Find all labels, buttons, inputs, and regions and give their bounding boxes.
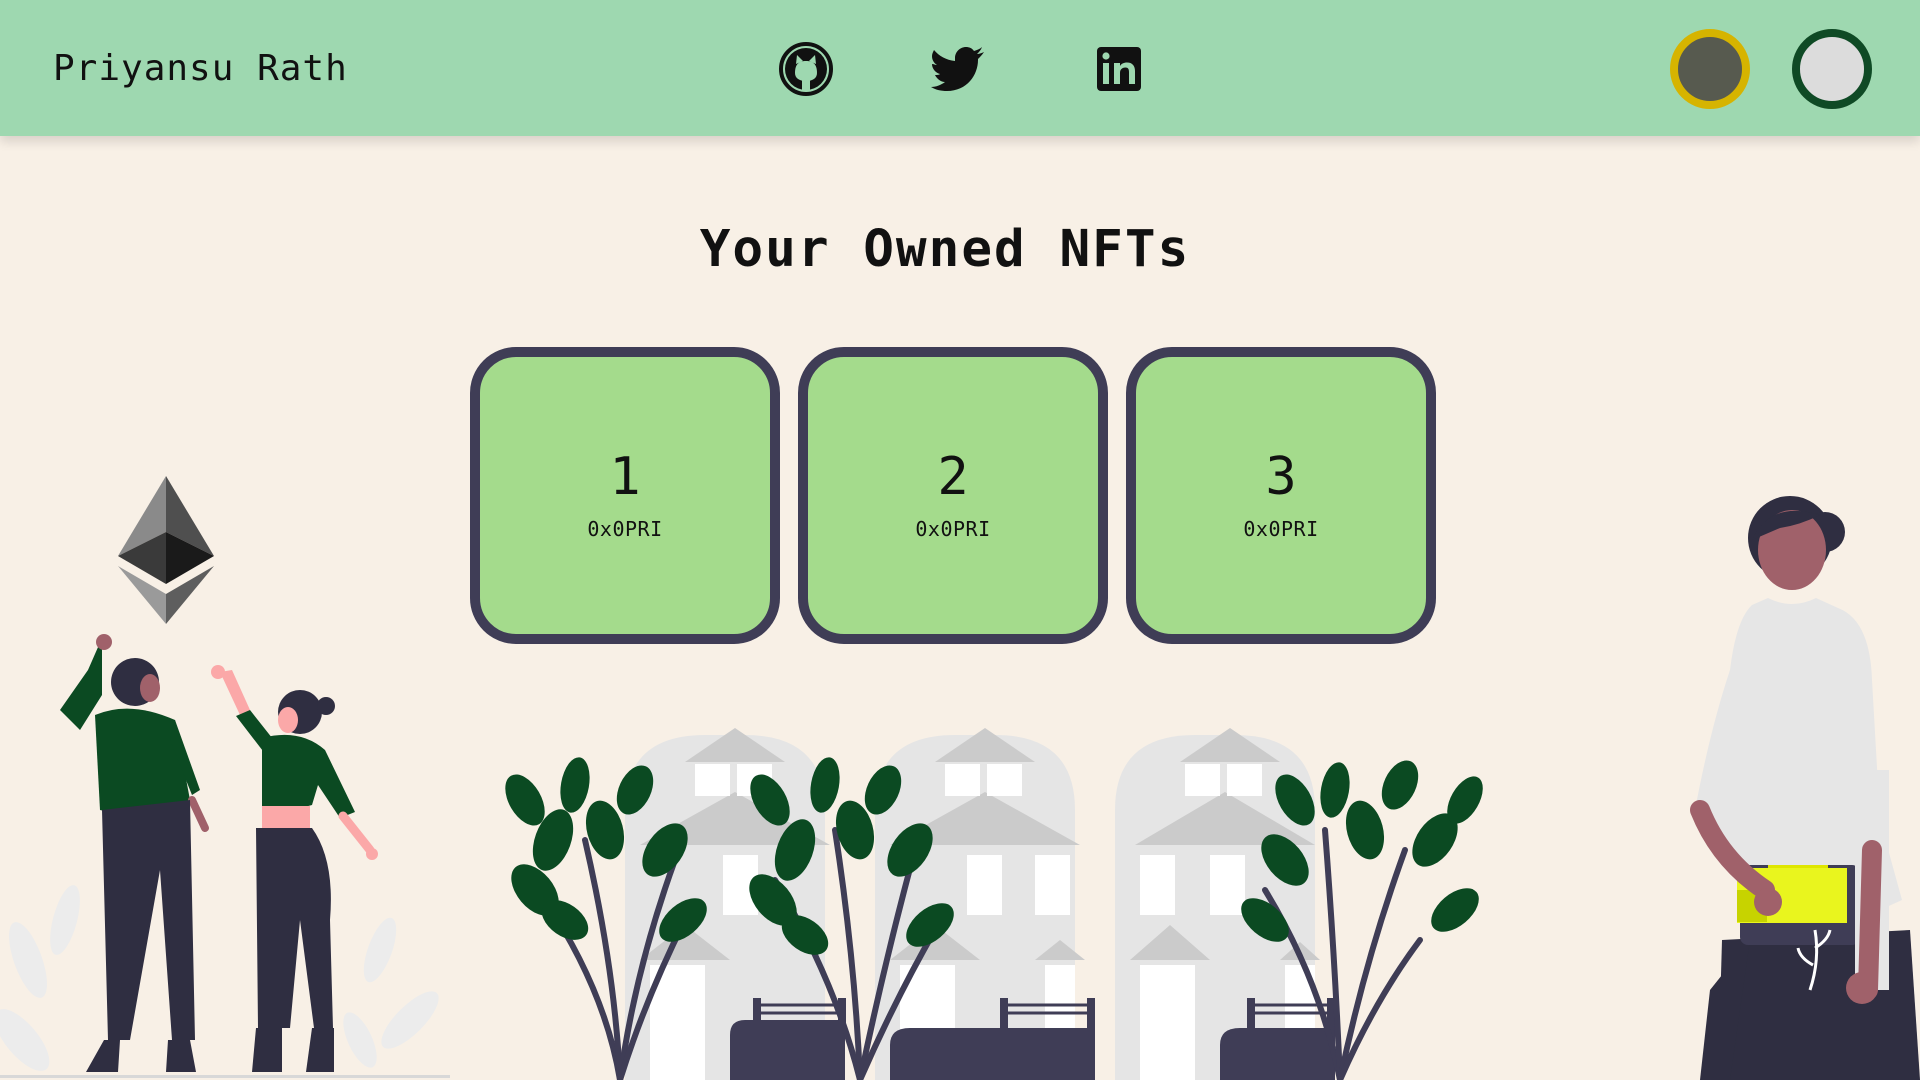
- twitter-link[interactable]: [930, 40, 988, 98]
- nft-id: 3: [1265, 446, 1297, 507]
- nft-card[interactable]: 2 0x0PRI: [798, 347, 1108, 644]
- person-with-card-illustration: [1690, 496, 1920, 1080]
- nft-id: 1: [609, 446, 641, 507]
- brand-name[interactable]: Priyansu Rath: [53, 48, 348, 89]
- light-theme-toggle[interactable]: [1792, 29, 1872, 109]
- nft-symbol: 0x0PRI: [587, 516, 663, 541]
- dark-theme-toggle[interactable]: [1670, 29, 1750, 109]
- site-header: Priyansu Rath: [0, 0, 1920, 136]
- houses-and-trees-illustration: [505, 728, 1483, 1080]
- ethereum-logo-icon: [118, 476, 214, 624]
- page-title: Your Owned NFTs: [699, 220, 1191, 279]
- github-icon: [779, 42, 833, 96]
- nft-symbol: 0x0PRI: [915, 516, 991, 541]
- nft-card[interactable]: 3 0x0PRI: [1126, 347, 1436, 644]
- linkedin-icon: [1097, 47, 1141, 91]
- twitter-icon: [931, 47, 984, 91]
- linkedin-link[interactable]: [1090, 40, 1148, 98]
- couple-cheering-illustration: [0, 634, 450, 1078]
- nft-card[interactable]: 1 0x0PRI: [470, 347, 780, 644]
- nft-id: 2: [937, 446, 969, 507]
- github-link[interactable]: [777, 40, 835, 98]
- nft-symbol: 0x0PRI: [1243, 516, 1319, 541]
